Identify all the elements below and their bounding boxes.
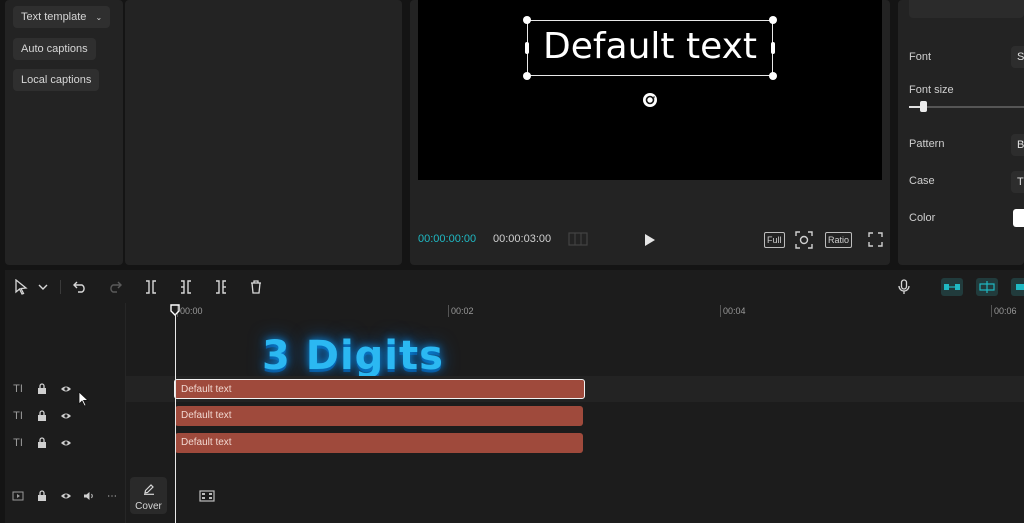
lock-icon[interactable] xyxy=(35,409,49,423)
resize-handle-bottom-right[interactable] xyxy=(769,72,777,80)
select-tool-icon[interactable] xyxy=(11,277,31,297)
ruler-label-3: 00:06 xyxy=(994,306,1017,316)
text-clip-1[interactable]: Default text xyxy=(174,379,585,399)
zoom-fit-icon[interactable] xyxy=(795,231,813,249)
overlay-title: 3 Digits xyxy=(262,333,444,379)
redo-icon[interactable] xyxy=(105,277,125,297)
playhead-line[interactable] xyxy=(174,314,176,523)
total-time: 00:00:03:00 xyxy=(493,233,552,245)
preview-axis-button[interactable] xyxy=(1011,278,1024,296)
ratio-button[interactable]: Ratio xyxy=(825,232,853,248)
linkage-button[interactable] xyxy=(976,278,998,296)
pattern-label: Pattern xyxy=(909,138,945,150)
auto-captions-label: Auto captions xyxy=(21,43,88,55)
color-label: Color xyxy=(909,212,936,224)
font-size-label: Font size xyxy=(909,84,954,96)
fullscreen-icon[interactable] xyxy=(868,232,883,247)
split-icon[interactable] xyxy=(141,277,161,297)
lock-icon[interactable] xyxy=(35,489,49,503)
chevron-down-icon[interactable] xyxy=(33,277,53,297)
ruler-tick xyxy=(720,305,721,317)
current-time: 00:00:00:00 xyxy=(418,233,477,245)
edit-icon xyxy=(130,482,167,500)
cover-button[interactable]: Cover xyxy=(130,477,167,514)
delete-icon[interactable] xyxy=(246,277,266,297)
ruler-label-0: 00:00 xyxy=(180,306,203,316)
text-clip-3[interactable]: Default text xyxy=(175,433,583,453)
eye-icon[interactable] xyxy=(59,436,73,450)
preview-overlay-text: Default text xyxy=(542,26,758,67)
font-size-slider-thumb[interactable] xyxy=(920,101,927,112)
ruler-tick xyxy=(991,305,992,317)
text-clip-2[interactable]: Default text xyxy=(175,406,583,426)
mouse-cursor-icon xyxy=(78,391,90,412)
properties-panel xyxy=(898,0,1024,265)
ruler-label-2: 00:04 xyxy=(723,306,746,316)
undo-icon[interactable] xyxy=(70,277,90,297)
text-track-icon: TI xyxy=(13,410,23,422)
magnet-snap-button[interactable] xyxy=(941,278,963,296)
pattern-select[interactable]: B xyxy=(1011,134,1024,156)
text-track-icon: TI xyxy=(13,383,23,395)
ruler-label-1: 00:02 xyxy=(451,306,474,316)
time-ruler[interactable] xyxy=(126,303,1024,321)
eye-icon[interactable] xyxy=(59,489,73,503)
microphone-icon[interactable] xyxy=(894,277,914,297)
film-strip-icon xyxy=(199,489,215,507)
chevron-down-icon: ⌄ xyxy=(95,13,103,22)
local-captions-label: Local captions xyxy=(21,74,92,86)
lock-icon[interactable] xyxy=(35,436,49,450)
auto-captions-button[interactable]: Auto captions xyxy=(13,38,96,60)
eye-icon[interactable] xyxy=(59,409,73,423)
ruler-tick xyxy=(448,305,449,317)
resize-handle-bottom-left[interactable] xyxy=(523,72,531,80)
timeline-view-icon[interactable] xyxy=(568,232,588,246)
video-track-icon xyxy=(11,489,25,503)
more-options-icon[interactable]: ⋯ xyxy=(105,489,119,503)
toolbar-divider xyxy=(60,280,61,294)
properties-top-box xyxy=(909,0,1024,18)
media-panel xyxy=(125,0,402,265)
speaker-icon[interactable] xyxy=(82,489,96,503)
text-template-button[interactable]: Text template ⌄ xyxy=(13,6,111,28)
lock-icon[interactable] xyxy=(35,382,49,396)
resize-handle-top-right[interactable] xyxy=(769,16,777,24)
local-captions-button[interactable]: Local captions xyxy=(13,69,100,91)
font-label: Font xyxy=(909,51,932,63)
rotate-icon[interactable] xyxy=(642,92,658,108)
font-select[interactable]: S xyxy=(1011,46,1024,68)
eye-icon[interactable] xyxy=(59,382,73,396)
color-swatch[interactable] xyxy=(1013,209,1024,227)
case-label: Case xyxy=(909,175,935,187)
case-select[interactable]: T xyxy=(1011,171,1024,193)
resize-handle-top-left[interactable] xyxy=(523,16,531,24)
full-quality-button[interactable]: Full xyxy=(764,232,785,248)
text-template-label: Text template xyxy=(21,11,87,23)
text-track-icon: TI xyxy=(13,437,23,449)
play-icon[interactable] xyxy=(644,233,656,247)
cover-label: Cover xyxy=(135,501,162,512)
split-right-icon[interactable] xyxy=(211,277,231,297)
split-left-icon[interactable] xyxy=(176,277,196,297)
